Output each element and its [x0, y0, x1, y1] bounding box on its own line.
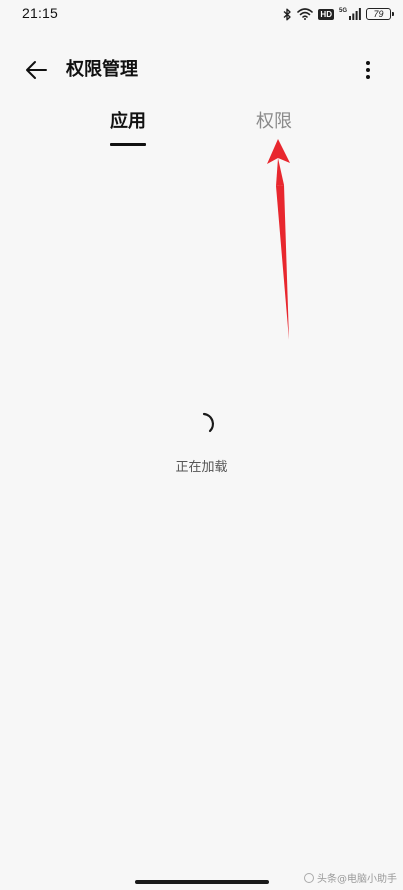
annotation-arrow-head: [267, 139, 290, 164]
watermark-text: 头条@电脑小助手: [317, 874, 397, 885]
status-time: 21:15: [22, 5, 59, 21]
battery-icon: 79: [366, 8, 394, 20]
annotation-arrow: [267, 139, 290, 340]
tab-active-indicator: [110, 143, 146, 146]
wifi-icon: [297, 8, 314, 20]
loading-spinner-icon: [202, 412, 215, 433]
watermark: 头条@电脑小助手: [304, 870, 397, 885]
hd-icon: HD: [318, 8, 334, 20]
arrow-left-icon: [26, 61, 47, 79]
battery-level: 79: [373, 8, 384, 19]
watermark-logo-icon: [304, 872, 314, 883]
cellular-signal-icon: 5G: [339, 8, 361, 20]
more-options-button[interactable]: [355, 56, 381, 84]
tab-apps[interactable]: 应用: [110, 110, 146, 134]
more-vertical-icon: [366, 61, 370, 79]
annotation-arrow-neck: [276, 158, 284, 186]
loading-text: 正在加载: [175, 460, 228, 475]
back-button[interactable]: [18, 56, 54, 84]
status-bar: 21:15 HD 5G 79: [0, 0, 403, 28]
bluetooth-icon: [283, 7, 292, 21]
page-title: 权限管理: [66, 59, 138, 80]
network-type-label: 5G: [338, 8, 347, 14]
status-icons: HD 5G 79: [283, 6, 394, 22]
home-indicator[interactable]: [135, 880, 269, 884]
annotation-arrow-shaft: [276, 185, 289, 340]
tab-permissions[interactable]: 权限: [256, 110, 292, 134]
permission-management-screen: 21:15 HD 5G 79 权限管理 应用 权限 正在加载 头条@电脑小助手: [0, 0, 403, 890]
